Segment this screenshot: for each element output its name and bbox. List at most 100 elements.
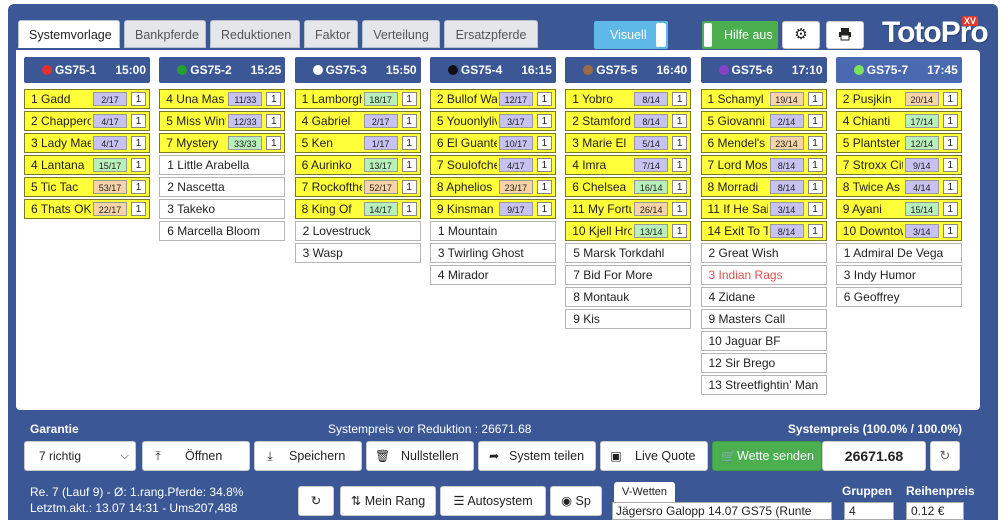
- runner-count[interactable]: 1: [672, 158, 688, 172]
- runner-selected[interactable]: 7 Mystery 33/33 1: [159, 133, 286, 153]
- runner-unselected[interactable]: 13 Streetfightin' Man: [700, 375, 827, 395]
- runner-selected[interactable]: 4 Lantana 15/17 1: [24, 155, 150, 175]
- runner-selected[interactable]: 8 Twice As 4/14 1: [835, 177, 962, 197]
- runner-count[interactable]: 1: [807, 180, 823, 194]
- runner-count[interactable]: 1: [131, 92, 146, 106]
- runner-selected[interactable]: 8 Morradi 8/14 1: [700, 177, 827, 197]
- tab-ersatzpferde[interactable]: Ersatzpferde: [444, 20, 538, 48]
- tab-systemvorlage[interactable]: Systemvorlage: [18, 20, 120, 48]
- runner-selected[interactable]: 10 Kjell Hrolf13/141: [565, 221, 692, 241]
- runner-count[interactable]: 1: [401, 180, 417, 194]
- print-button[interactable]: [826, 21, 864, 49]
- runner-count[interactable]: 1: [942, 92, 958, 106]
- refresh-price-button[interactable]: ↻: [930, 441, 960, 471]
- runner-selected[interactable]: 3 Lady Mae 4/17 1: [24, 133, 150, 153]
- runner-selected[interactable]: 5 Plantster 12/14 1: [835, 133, 962, 153]
- runner-count[interactable]: 1: [401, 136, 417, 150]
- runner-count[interactable]: 1: [401, 158, 417, 172]
- runner-count[interactable]: 1: [131, 202, 146, 216]
- runner-unselected[interactable]: 3 Indy Humor: [835, 265, 962, 285]
- runner-unselected[interactable]: 1 Admiral De Vega: [835, 243, 962, 263]
- runner-unselected[interactable]: 8 Montauk: [565, 287, 692, 307]
- runner-count[interactable]: 1: [131, 180, 146, 194]
- runner-count[interactable]: 1: [672, 224, 688, 238]
- race-header[interactable]: GS75-5 16:40: [565, 57, 692, 83]
- runner-selected[interactable]: 3 Marie El 5/14 1: [565, 133, 692, 153]
- runner-selected[interactable]: 1 Yobro 8/14 1: [565, 89, 692, 109]
- runner-unselected[interactable]: 5 Marsk Torkdahl: [565, 243, 692, 263]
- runner-selected[interactable]: 4 Gabriel 2/17 1: [294, 111, 421, 131]
- race-header[interactable]: GS75-7 17:45: [835, 57, 962, 83]
- runner-count[interactable]: 1: [672, 114, 688, 128]
- runner-selected[interactable]: 6 El Guante 10/17 1: [429, 133, 556, 153]
- runner-count[interactable]: 1: [942, 202, 958, 216]
- runner-unselected[interactable]: 2 Nascetta: [159, 177, 286, 197]
- race-header[interactable]: GS75-2 15:25: [159, 57, 286, 83]
- runner-count[interactable]: 1: [942, 114, 958, 128]
- runner-unselected[interactable]: 4 Zidane: [700, 287, 827, 307]
- autosystem-button[interactable]: ☰ Autosystem: [440, 486, 546, 516]
- settings-button[interactable]: ⚙: [782, 21, 820, 49]
- runner-count[interactable]: 1: [672, 136, 688, 150]
- runner-count[interactable]: 1: [807, 136, 823, 150]
- runner-unselected[interactable]: 4 Mirador: [429, 265, 556, 285]
- tab-bankpferde[interactable]: Bankpferde: [124, 20, 206, 48]
- runner-unselected[interactable]: 9 Kis: [565, 309, 692, 329]
- runner-count[interactable]: 1: [536, 114, 552, 128]
- runner-unselected[interactable]: 1 Mountain: [429, 221, 556, 241]
- runner-unselected[interactable]: 2 Lovestruck: [294, 221, 421, 241]
- mein-rang-button[interactable]: ⇅ Mein Rang: [340, 486, 436, 516]
- runner-selected[interactable]: 5 Tic Tac 53/17 1: [24, 177, 150, 197]
- runner-selected[interactable]: 6 Chelsea 16/14 1: [565, 177, 692, 197]
- runner-count[interactable]: 1: [401, 114, 417, 128]
- vwetten-select[interactable]: Jägersro Galopp 14.07 GS75 (Runte: [612, 502, 832, 520]
- runner-selected[interactable]: 14 Exit To Town8/141: [700, 221, 827, 241]
- runner-count[interactable]: 1: [266, 114, 282, 128]
- runner-count[interactable]: 1: [266, 92, 282, 106]
- runner-selected[interactable]: 5 Youonlyliveonce3/171: [429, 111, 556, 131]
- runner-count[interactable]: 1: [672, 180, 688, 194]
- nullstellen-button[interactable]: 🗑 Nullstellen: [366, 441, 474, 471]
- sp-button[interactable]: ◉ Sp: [550, 486, 602, 516]
- system-teilen-button[interactable]: ➦ System teilen: [478, 441, 596, 471]
- runner-selected[interactable]: 1 Lamborghini18/171: [294, 89, 421, 109]
- runner-count[interactable]: 1: [401, 92, 417, 106]
- race-header[interactable]: GS75-4 16:15: [429, 57, 556, 83]
- runner-selected[interactable]: 5 Miss Winter12/331: [159, 111, 286, 131]
- runner-count[interactable]: 1: [266, 136, 282, 150]
- race-header[interactable]: GS75-3 15:50: [294, 57, 421, 83]
- runner-selected[interactable]: 10 Downtown3/141: [835, 221, 962, 241]
- runner-count[interactable]: 1: [942, 158, 958, 172]
- runner-unselected[interactable]: 12 Sir Brego: [700, 353, 827, 373]
- runner-selected[interactable]: 11 My Fortune26/141: [565, 199, 692, 219]
- runner-selected[interactable]: 1 Gadd 2/17 1: [24, 89, 150, 109]
- runner-count[interactable]: 1: [807, 114, 823, 128]
- runner-count[interactable]: 1: [131, 114, 146, 128]
- runner-count[interactable]: 1: [536, 158, 552, 172]
- reload-button[interactable]: ↻: [298, 486, 334, 516]
- vwetten-tab[interactable]: V-Wetten: [614, 482, 676, 502]
- runner-unselected[interactable]: 2 Great Wish: [700, 243, 827, 263]
- runner-count[interactable]: 1: [131, 158, 146, 172]
- runner-unselected[interactable]: 3 Indian Rags: [700, 265, 827, 285]
- oeffnen-button[interactable]: ⤒ Öffnen: [142, 441, 250, 471]
- runner-count[interactable]: 1: [131, 136, 146, 150]
- runner-count[interactable]: 1: [942, 136, 958, 150]
- tab-reduktionen[interactable]: Reduktionen: [210, 20, 300, 48]
- runner-count[interactable]: 1: [672, 92, 688, 106]
- reihenpreis-select[interactable]: 0.12 €: [906, 502, 964, 520]
- wette-senden-button[interactable]: 🛒Wette senden: [712, 441, 822, 471]
- runner-unselected[interactable]: 1 Little Arabella: [159, 155, 286, 175]
- runner-selected[interactable]: 9 Ayani 15/14 1: [835, 199, 962, 219]
- runner-count[interactable]: 1: [536, 180, 552, 194]
- runner-selected[interactable]: 8 King Of 14/17 1: [294, 199, 421, 219]
- runner-unselected[interactable]: 3 Takeko: [159, 199, 286, 219]
- runner-unselected[interactable]: 3 Twirling Ghost: [429, 243, 556, 263]
- runner-selected[interactable]: 6 Mendel's 23/14 1: [700, 133, 827, 153]
- hilfe-toggle[interactable]: Hilfe aus: [702, 21, 778, 49]
- runner-unselected[interactable]: 7 Bid For More: [565, 265, 692, 285]
- runner-count[interactable]: 1: [536, 202, 552, 216]
- runner-count[interactable]: 1: [807, 92, 823, 106]
- runner-selected[interactable]: 1 Schamyl 19/14 1: [700, 89, 827, 109]
- runner-selected[interactable]: 2 Pusjkin 20/14 1: [835, 89, 962, 109]
